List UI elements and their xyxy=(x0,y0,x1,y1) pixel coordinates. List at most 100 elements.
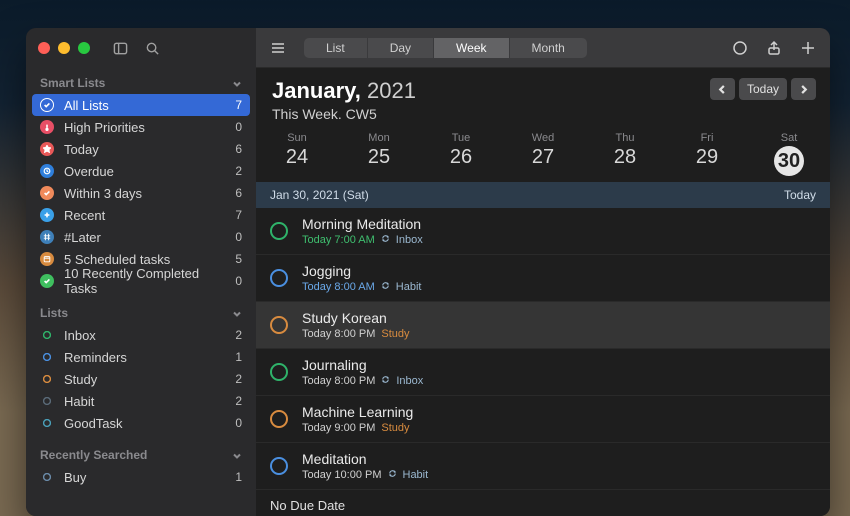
task-row[interactable]: Morning MeditationToday 7:00 AMInbox xyxy=(256,208,830,255)
sidebar-item-overdue[interactable]: Overdue2 xyxy=(26,160,256,182)
day-col-tue[interactable]: Tue26 xyxy=(420,132,502,176)
sidebar-item-count: 5 xyxy=(235,252,242,266)
day-col-thu[interactable]: Thu28 xyxy=(584,132,666,176)
task-list: Morning MeditationToday 7:00 AMInboxJogg… xyxy=(256,208,830,516)
search-icon[interactable] xyxy=(144,40,160,56)
main-pane: ListDayWeekMonth January, 2021 This Week… xyxy=(256,28,830,516)
sidebar-item-label: Reminders xyxy=(64,350,127,365)
sidebar-item--later[interactable]: #Later0 xyxy=(26,226,256,248)
task-title: Study Korean xyxy=(302,310,410,326)
view-mode-day[interactable]: Day xyxy=(368,38,434,58)
sidebar: Smart ListsAll Lists7 High Priorities 0 Tod… xyxy=(26,28,256,516)
task-time: Today 8:00 PM xyxy=(302,328,375,340)
view-mode-segmented[interactable]: ListDayWeekMonth xyxy=(304,38,587,58)
sidebar-item-count: 2 xyxy=(235,164,242,178)
task-title: Morning Meditation xyxy=(302,216,423,232)
task-row[interactable]: JoggingToday 8:00 AMHabit xyxy=(256,255,830,302)
task-checkbox-ring[interactable] xyxy=(270,269,288,287)
list-badge-icon xyxy=(40,142,54,156)
repeat-icon xyxy=(381,281,390,293)
view-mode-month[interactable]: Month xyxy=(510,38,587,58)
sidebar-item-within-3-days[interactable]: Within 3 days6 xyxy=(26,182,256,204)
sidebar-item-high-priorities[interactable]: High Priorities 0 xyxy=(26,116,256,138)
sidebar-item-habit[interactable]: Habit 2 xyxy=(26,390,256,412)
task-checkbox-ring[interactable] xyxy=(270,363,288,381)
menu-icon[interactable] xyxy=(266,37,290,59)
sidebar-item-goodtask[interactable]: GoodTask0 xyxy=(26,412,256,434)
sidebar-item-10-recently-completed-tasks[interactable]: 10 Recently Completed Tasks0 xyxy=(26,270,256,292)
task-row[interactable]: MeditationToday 10:00 PMHabit xyxy=(256,443,830,490)
circle-icon[interactable] xyxy=(728,37,752,59)
task-checkbox-ring[interactable] xyxy=(270,316,288,334)
day-col-sun[interactable]: Sun24 xyxy=(256,132,338,176)
sidebar-item-reminders[interactable]: Reminders1 xyxy=(26,346,256,368)
view-mode-week[interactable]: Week xyxy=(434,38,509,58)
sidebar-item-count: 2 xyxy=(235,372,242,386)
task-list-name: Study xyxy=(381,328,409,340)
sidebar-item-count: 2 xyxy=(235,394,242,408)
repeat-icon xyxy=(388,469,397,481)
list-badge-icon xyxy=(40,252,54,266)
sidebar-toggle-icon[interactable] xyxy=(112,40,128,56)
task-list-name: Habit xyxy=(403,469,429,481)
sidebar-item-label: High Priorities xyxy=(64,120,145,135)
sidebar-item-buy[interactable]: Buy1 xyxy=(26,466,256,488)
sidebar-item-count: 0 xyxy=(235,120,242,134)
task-title: Machine Learning xyxy=(302,404,413,420)
list-badge-icon xyxy=(40,274,54,288)
sidebar-item-study[interactable]: Study 2 xyxy=(26,368,256,390)
day-col-sat[interactable]: Sat30 xyxy=(748,132,830,176)
list-badge-icon xyxy=(40,164,54,178)
task-time: Today 8:00 AM xyxy=(302,281,375,293)
zoom-window-button[interactable] xyxy=(78,42,90,54)
list-badge-icon xyxy=(40,98,54,112)
today-button[interactable]: Today xyxy=(739,78,787,100)
sidebar-item-label: Study xyxy=(64,372,97,387)
prev-week-button[interactable] xyxy=(710,78,735,100)
toolbar: ListDayWeekMonth xyxy=(256,28,830,68)
task-row[interactable]: Study Korean Today 8:00 PM Study xyxy=(256,302,830,349)
view-mode-list[interactable]: List xyxy=(304,38,368,58)
sidebar-item-label: GoodTask xyxy=(64,416,123,431)
sidebar-item-recent[interactable]: Recent7 xyxy=(26,204,256,226)
close-window-button[interactable] xyxy=(38,42,50,54)
task-checkbox-ring[interactable] xyxy=(270,222,288,240)
sidebar-item-label: Buy xyxy=(64,470,86,485)
sidebar-item-today[interactable]: Today6 xyxy=(26,138,256,160)
next-week-button[interactable] xyxy=(791,78,816,100)
sidebar-item-inbox[interactable]: Inbox2 xyxy=(26,324,256,346)
sidebar-item-count: 7 xyxy=(235,208,242,222)
list-badge-icon xyxy=(40,350,54,364)
add-icon[interactable] xyxy=(796,37,820,59)
week-subtitle: This Week. CW5 xyxy=(272,106,814,122)
date-band-right: Today xyxy=(784,188,816,202)
task-title: Meditation xyxy=(302,451,428,467)
task-row[interactable]: Machine LearningToday 9:00 PMStudy xyxy=(256,396,830,443)
chevron-down-icon xyxy=(232,450,242,460)
header-area: January, 2021 This Week. CW5 Today xyxy=(256,68,830,128)
day-col-mon[interactable]: Mon25 xyxy=(338,132,420,176)
sidebar-item-label: #Later xyxy=(64,230,101,245)
day-col-wed[interactable]: Wed27 xyxy=(502,132,584,176)
repeat-icon xyxy=(381,375,390,387)
task-list-name: Inbox xyxy=(396,375,423,387)
list-badge-icon xyxy=(40,394,54,408)
sidebar-item-label: Within 3 days xyxy=(64,186,142,201)
chevron-down-icon xyxy=(232,78,242,88)
sidebar-item-all-lists[interactable]: All Lists7 xyxy=(32,94,250,116)
no-due-date-header: No Due Date xyxy=(256,490,830,515)
section-header-smart[interactable]: Smart Lists xyxy=(26,70,256,94)
list-badge-icon xyxy=(40,186,54,200)
task-checkbox-ring[interactable] xyxy=(270,457,288,475)
task-row[interactable]: JournalingToday 8:00 PMInbox xyxy=(256,349,830,396)
task-checkbox-ring[interactable] xyxy=(270,410,288,428)
share-icon[interactable] xyxy=(762,37,786,59)
day-col-fri[interactable]: Fri29 xyxy=(666,132,748,176)
repeat-icon xyxy=(381,234,390,246)
minimize-window-button[interactable] xyxy=(58,42,70,54)
task-list-name: Inbox xyxy=(396,234,423,246)
section-header-lists[interactable]: Lists xyxy=(26,300,256,324)
sidebar-item-label: Habit xyxy=(64,394,94,409)
section-header-recent[interactable]: Recently Searched xyxy=(26,442,256,466)
sidebar-item-label: 10 Recently Completed Tasks xyxy=(64,266,225,296)
